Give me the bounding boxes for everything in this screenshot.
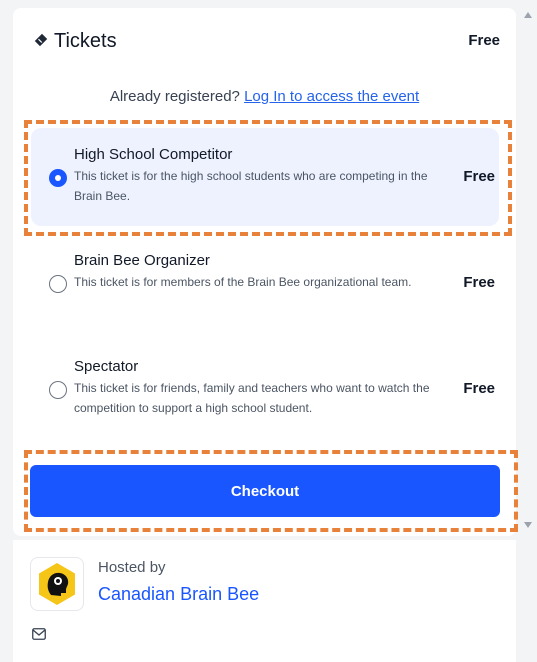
ticket-option-high-school-competitor[interactable]: High School Competitor This ticket is fo… [31, 128, 499, 226]
hosted-by-label: Hosted by [98, 559, 166, 576]
scroll-up-arrow-icon[interactable] [524, 12, 532, 18]
tickets-title: Tickets [54, 30, 117, 52]
ticket-option-spectator[interactable]: Spectator This ticket is for friends, fa… [31, 340, 499, 436]
host-name-link[interactable]: Canadian Brain Bee [98, 584, 259, 605]
login-link[interactable]: Log In to access the event [244, 88, 419, 105]
ticket-icon [33, 32, 49, 48]
ticket-option-brain-bee-organizer[interactable]: Brain Bee Organizer This ticket is for m… [31, 234, 499, 330]
ticket-price: Free [463, 168, 495, 185]
ticket-name: Brain Bee Organizer [74, 252, 210, 269]
tickets-header-price: Free [468, 32, 500, 49]
checkout-button[interactable]: Checkout [30, 465, 500, 517]
mail-icon[interactable] [32, 628, 46, 640]
ticket-name: High School Competitor [74, 146, 233, 163]
ticket-description: This ticket is for the high school stude… [74, 169, 428, 203]
host-card: Hosted by Canadian Brain Bee [13, 540, 516, 662]
host-avatar[interactable] [30, 557, 84, 611]
radio-button[interactable] [49, 381, 67, 399]
radio-button-selected[interactable] [49, 169, 67, 187]
login-prompt-text: Already registered? [109, 88, 240, 105]
ticket-name: Spectator [74, 358, 139, 375]
scroll-down-arrow-icon[interactable] [524, 522, 532, 528]
ticket-price: Free [463, 274, 495, 291]
login-prompt-row: Already registered? Log In to access the… [13, 88, 516, 105]
vertical-scrollbar[interactable] [519, 8, 537, 532]
tickets-panel: Tickets Free Already registered? Log In … [13, 8, 516, 536]
radio-button[interactable] [49, 275, 67, 293]
brain-bee-logo-icon [39, 563, 75, 605]
ticket-description: This ticket is for friends, family and t… [74, 381, 430, 415]
ticket-description: This ticket is for members of the Brain … [74, 275, 412, 289]
tickets-header: Tickets Free [33, 30, 500, 52]
ticket-price: Free [463, 380, 495, 397]
